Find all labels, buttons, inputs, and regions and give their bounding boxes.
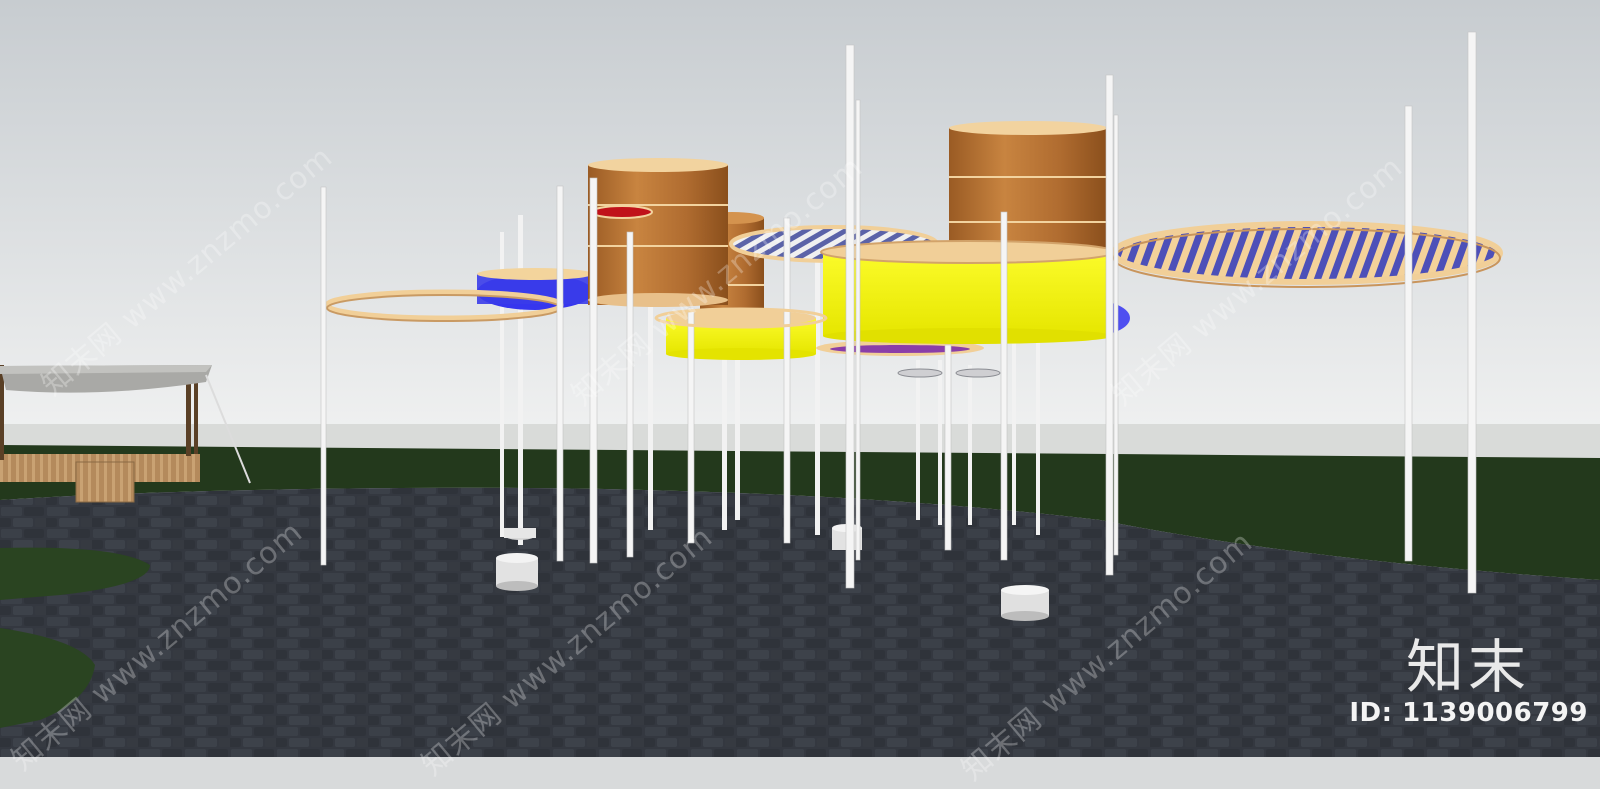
- blue-disc-left: [477, 268, 593, 310]
- yellow-disc-large: [820, 240, 1116, 344]
- copper-cylinder-left: [588, 158, 728, 307]
- sky: [0, 0, 1600, 440]
- copper-cylinder-right: [949, 121, 1107, 250]
- image-id-label: ID: 1139006799: [1349, 698, 1588, 728]
- scene-render: [0, 0, 1600, 757]
- brand-logo-text: 知末: [1405, 633, 1530, 701]
